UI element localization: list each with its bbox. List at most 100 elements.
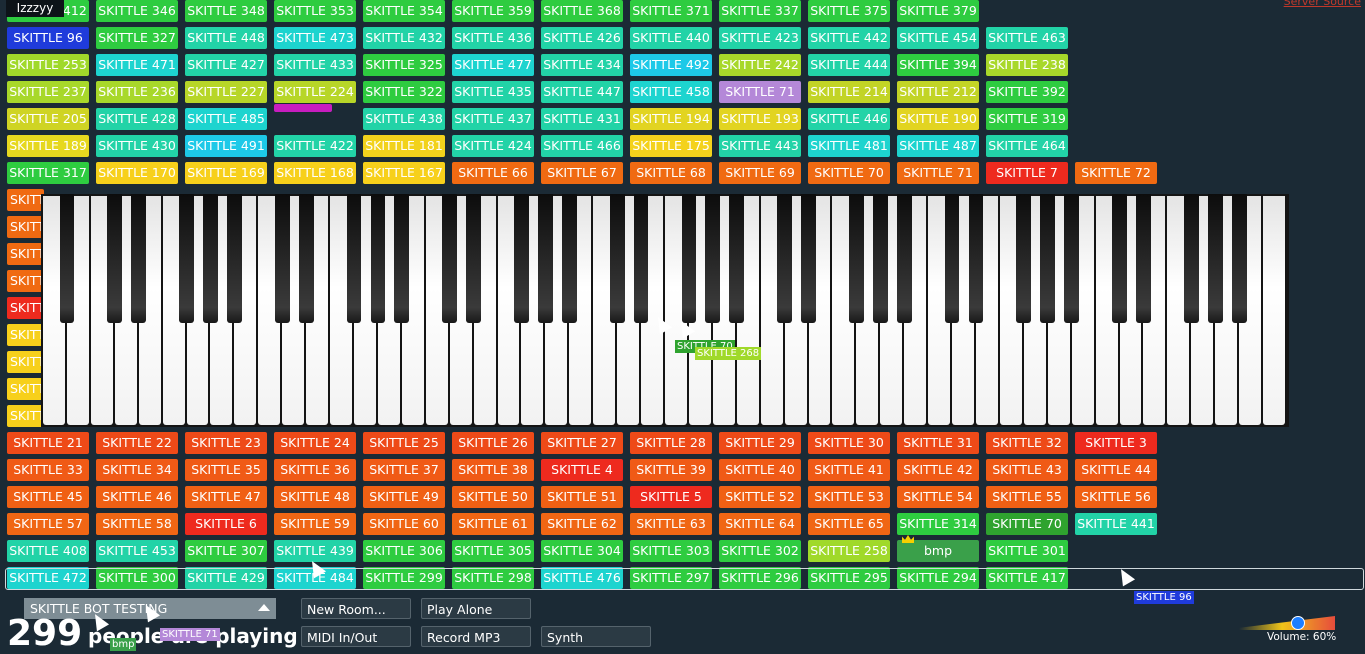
black-key[interactable] <box>1064 194 1080 323</box>
synth-button[interactable]: Synth <box>541 626 651 647</box>
black-key[interactable] <box>298 194 314 323</box>
participant-tag: SKITTLE 30 <box>808 432 890 454</box>
participant-tag: SKITTLE 48 <box>274 486 356 508</box>
black-key[interactable] <box>226 194 242 323</box>
piano-keyboard[interactable] <box>41 194 1289 427</box>
participant-tag: SKITTLE 43 <box>986 459 1068 481</box>
volume-knob[interactable] <box>1290 616 1305 630</box>
participant-tag: SKITT <box>7 324 44 346</box>
black-key[interactable] <box>848 194 864 323</box>
participant-tag: SKITTLE 492 <box>630 54 712 76</box>
control-bar: SKITTLE BOT TESTING New Room... Play Alo… <box>0 596 1365 654</box>
black-key[interactable] <box>609 194 625 323</box>
participant-tag: SKITTLE 359 <box>452 0 534 22</box>
participant-tag: SKITTLE 473 <box>274 27 356 49</box>
participant-tag: SKITTLE 471 <box>96 54 178 76</box>
black-key[interactable] <box>370 194 386 323</box>
participant-tag: SKITTLE 4 <box>541 459 623 481</box>
server-source-link[interactable]: Server Source <box>1284 0 1361 8</box>
participant-tag: SKITTLE 301 <box>986 540 1068 562</box>
black-key[interactable] <box>1040 194 1056 323</box>
participant-tag: SKITTLE 38 <box>452 459 534 481</box>
participant-tag: SKITTLE 441 <box>1075 513 1157 535</box>
black-key[interactable] <box>1136 194 1151 323</box>
participant-tag: SKITTLE 354 <box>363 0 445 22</box>
participant-tag: SKITTLE 168 <box>274 162 356 184</box>
participant-tag: SKITTLE 33 <box>7 459 89 481</box>
black-key[interactable] <box>777 194 793 323</box>
participant-tag: SKITTLE 379 <box>897 0 979 22</box>
black-key[interactable] <box>1112 194 1127 323</box>
participant-tag: SKITTLE 170 <box>96 162 178 184</box>
play-alone-button[interactable]: Play Alone <box>421 598 531 619</box>
black-key[interactable] <box>346 194 362 323</box>
participant-tag: SKITTLE 22 <box>96 432 178 454</box>
black-key[interactable] <box>705 194 721 323</box>
black-key[interactable] <box>944 194 960 323</box>
black-key[interactable] <box>107 194 123 323</box>
participant-tag: SKITTLE 303 <box>630 540 712 562</box>
participant-tag: SKITTLE 3 <box>1075 432 1157 454</box>
player-count: 299 <box>7 613 83 654</box>
black-key[interactable] <box>872 194 888 323</box>
participant-tag: SKITTLE 169 <box>185 162 267 184</box>
participant-tag: SKITTLE 424 <box>452 135 534 157</box>
black-key[interactable] <box>633 194 649 323</box>
participant-tag: SKITTLE 442 <box>808 27 890 49</box>
black-key[interactable] <box>59 194 75 323</box>
participant-tag: SKITTLE 307 <box>185 540 267 562</box>
black-key[interactable] <box>1016 194 1032 323</box>
participant-tag: SKITTLE 430 <box>96 135 178 157</box>
participant-tag: SKITTLE 52 <box>719 486 801 508</box>
black-key[interactable] <box>466 194 482 323</box>
participant-tag: SKITTLE 61 <box>452 513 534 535</box>
black-key[interactable] <box>1231 194 1247 323</box>
participant-tag: SKITTLE 319 <box>986 108 1068 130</box>
black-key[interactable] <box>1183 194 1199 323</box>
black-key[interactable] <box>537 194 553 323</box>
cursor-tag: bmp <box>110 638 137 651</box>
new-room-button[interactable]: New Room... <box>301 598 411 619</box>
record-mp3-button[interactable]: Record MP3 <box>421 626 531 647</box>
own-name-tag[interactable]: Izzzyy <box>6 0 64 17</box>
participant-tag: SKITTLE 68 <box>630 162 712 184</box>
participant-tag: SKITTLE 58 <box>96 513 178 535</box>
black-key[interactable] <box>801 194 816 323</box>
volume-slider[interactable] <box>1239 616 1335 630</box>
black-key[interactable] <box>442 194 458 323</box>
participant-tag: SKITTLE 55 <box>986 486 1068 508</box>
participant-tag: SKITTLE 423 <box>719 27 801 49</box>
black-key[interactable] <box>394 194 410 323</box>
participant-tag: SKITTLE 371 <box>630 0 712 22</box>
participant-tag: SKITTLE 56 <box>1075 486 1157 508</box>
participant-tag: SKITTLE 69 <box>719 162 801 184</box>
participant-tag: SKITTLE 28 <box>630 432 712 454</box>
participant-tag: SKITTLE 236 <box>96 81 178 103</box>
black-key[interactable] <box>203 194 218 323</box>
participant-tag: SKITTLE 35 <box>185 459 267 481</box>
black-key[interactable] <box>681 194 697 323</box>
midi-button[interactable]: MIDI In/Out <box>301 626 411 647</box>
chat-input[interactable] <box>5 568 1364 590</box>
participant-tag: SKITTLE 194 <box>630 108 712 130</box>
white-key[interactable] <box>1263 196 1285 425</box>
participant-tag: SKITTLE 46 <box>96 486 178 508</box>
black-key[interactable] <box>896 194 912 323</box>
black-key[interactable] <box>179 194 194 323</box>
participant-tag: SKITTLE 446 <box>808 108 890 130</box>
participant-tag: SKITTLE 375 <box>808 0 890 22</box>
participant-tag: SKITT <box>7 297 44 319</box>
participant-tag: SKITTLE 238 <box>986 54 1068 76</box>
black-key[interactable] <box>968 194 984 323</box>
black-key[interactable] <box>274 194 290 323</box>
participant-tag: SKITTLE 21 <box>7 432 89 454</box>
black-key[interactable] <box>729 194 745 323</box>
black-key[interactable] <box>561 194 577 323</box>
participant-tag: SKITTLE 304 <box>541 540 623 562</box>
participant-tag: SKITTLE 41 <box>808 459 890 481</box>
black-key[interactable] <box>131 194 147 323</box>
black-key[interactable] <box>514 194 529 323</box>
volume-label: Volume: 60% <box>1267 631 1337 643</box>
participant-tag: SKITTLE 317 <box>7 162 89 184</box>
black-key[interactable] <box>1207 194 1223 323</box>
